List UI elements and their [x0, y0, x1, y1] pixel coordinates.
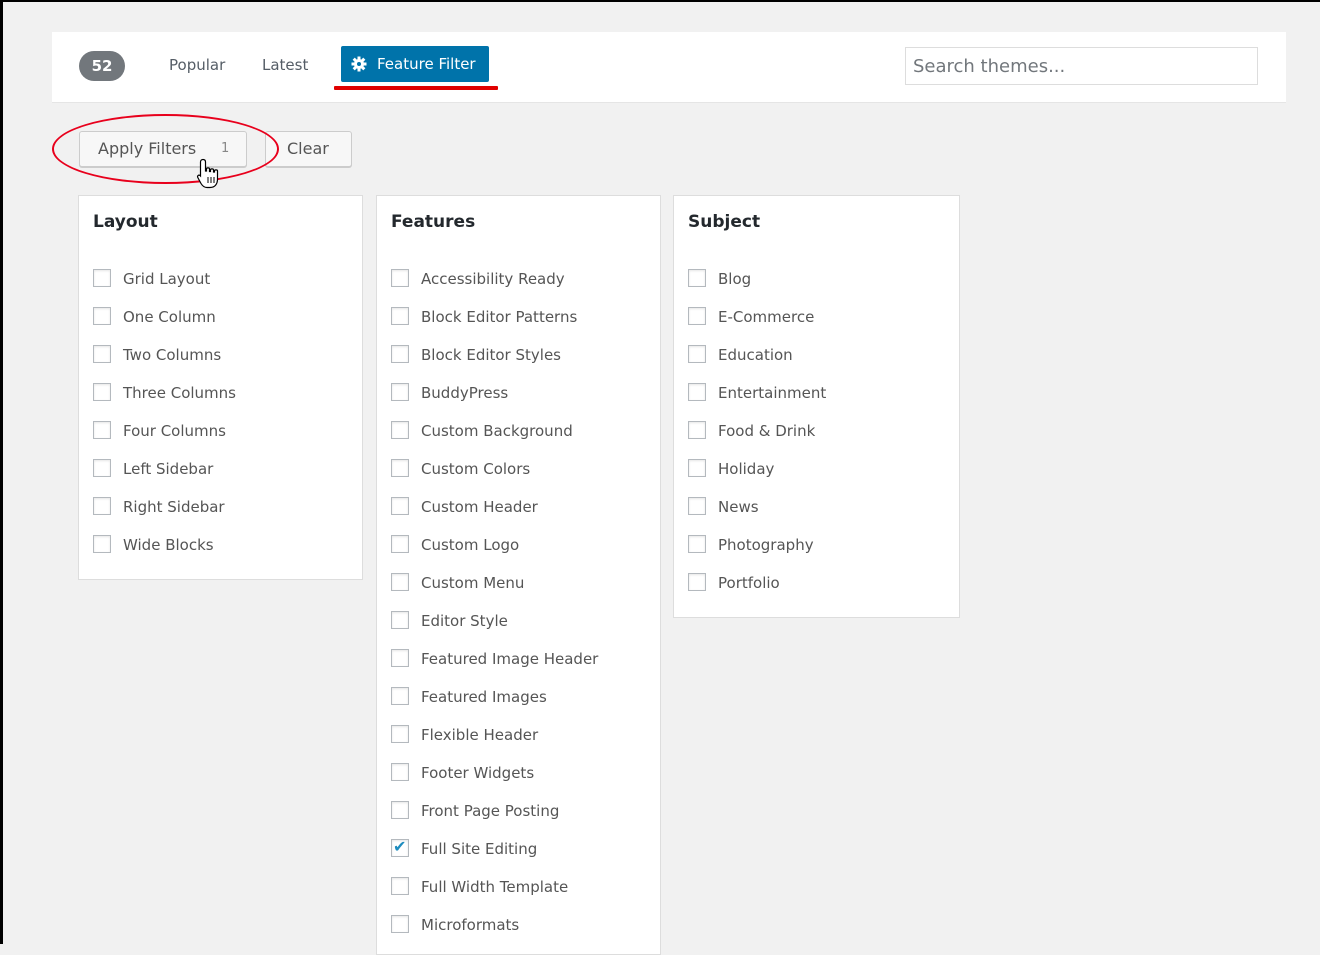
filter-option-label[interactable]: Three Columns — [123, 384, 236, 402]
filter-option-label[interactable]: Full Site Editing — [421, 840, 537, 858]
filter-option-label[interactable]: One Column — [123, 308, 216, 326]
tab-feature-filter[interactable]: Feature Filter — [341, 46, 489, 82]
tab-popular[interactable]: Popular — [169, 56, 225, 74]
filter-checkbox[interactable] — [391, 725, 409, 743]
filter-option-label[interactable]: Custom Logo — [421, 536, 519, 554]
filter-option-label[interactable]: Right Sidebar — [123, 498, 225, 516]
filter-option-label[interactable]: Entertainment — [718, 384, 826, 402]
filter-option-label[interactable]: Block Editor Patterns — [421, 308, 577, 326]
filter-option-label[interactable]: Block Editor Styles — [421, 346, 561, 364]
filter-option-label[interactable]: Custom Colors — [421, 460, 530, 478]
filter-option-label[interactable]: Featured Images — [421, 688, 547, 706]
filter-checkbox[interactable] — [688, 345, 706, 363]
filter-checkbox[interactable] — [391, 535, 409, 553]
filter-option-label[interactable]: Two Columns — [123, 346, 221, 364]
filter-option-label[interactable]: Editor Style — [421, 612, 508, 630]
filter-checkbox[interactable] — [93, 535, 111, 553]
filter-option-label[interactable]: Flexible Header — [421, 726, 538, 744]
filter-checkbox[interactable] — [391, 801, 409, 819]
filter-group-title: Features — [391, 212, 476, 232]
filter-checkbox[interactable] — [688, 573, 706, 591]
filter-checkbox[interactable] — [688, 535, 706, 553]
filter-checkbox[interactable] — [688, 459, 706, 477]
filter-checkbox[interactable] — [391, 687, 409, 705]
filter-group-title: Subject — [688, 212, 761, 232]
filter-option-label[interactable]: Wide Blocks — [123, 536, 214, 554]
filter-option-label[interactable]: Portfolio — [718, 574, 780, 592]
filter-checkbox[interactable] — [93, 345, 111, 363]
filter-checkbox[interactable] — [93, 269, 111, 287]
theme-filter-bar: 52 Popular Latest Feature Filter — [52, 32, 1286, 103]
filter-checkbox[interactable] — [391, 345, 409, 363]
filter-checkbox[interactable] — [391, 269, 409, 287]
filter-checkbox[interactable] — [391, 877, 409, 895]
filter-option-label[interactable]: Front Page Posting — [421, 802, 559, 820]
filter-option-label[interactable]: BuddyPress — [421, 384, 508, 402]
filter-checkbox[interactable] — [391, 611, 409, 629]
window-frame-left — [0, 0, 3, 944]
checkmark-icon: ✔ — [393, 837, 407, 856]
filter-checkbox[interactable] — [688, 421, 706, 439]
filter-checkbox[interactable] — [391, 383, 409, 401]
filter-checkbox[interactable] — [688, 269, 706, 287]
filter-checkbox[interactable] — [93, 383, 111, 401]
filter-group-layout: Layout Grid Layout One Column Two Columns T… — [78, 195, 363, 580]
filter-checkbox[interactable] — [391, 421, 409, 439]
clear-filters-button[interactable]: Clear — [265, 131, 352, 167]
filter-option-label[interactable]: Photography — [718, 536, 814, 554]
filter-option-label[interactable]: Accessibility Ready — [421, 270, 565, 288]
filter-checkbox[interactable] — [93, 497, 111, 515]
hand-pointer-icon — [196, 158, 222, 190]
filter-checkbox[interactable] — [688, 497, 706, 515]
filter-option-label[interactable]: Custom Header — [421, 498, 538, 516]
filter-checkbox[interactable] — [391, 763, 409, 781]
filter-group-title: Layout — [93, 212, 158, 232]
filter-checkbox[interactable] — [391, 459, 409, 477]
filter-checkbox[interactable] — [391, 915, 409, 933]
filter-checkbox[interactable] — [93, 459, 111, 477]
filter-option-label[interactable]: News — [718, 498, 759, 516]
filter-option-label[interactable]: Custom Menu — [421, 574, 524, 592]
tab-latest[interactable]: Latest — [262, 56, 308, 74]
filter-count: 1 — [221, 141, 230, 156]
filter-checkbox[interactable] — [93, 421, 111, 439]
filter-checkbox[interactable] — [93, 307, 111, 325]
apply-filters-label: Apply Filters — [98, 139, 197, 158]
window-frame-top — [0, 0, 1320, 2]
filter-checkbox[interactable] — [391, 497, 409, 515]
gear-icon — [351, 56, 367, 72]
filter-option-label[interactable]: Full Width Template — [421, 878, 568, 896]
filter-option-label[interactable]: Microformats — [421, 916, 519, 934]
filter-option-label[interactable]: Left Sidebar — [123, 460, 213, 478]
filter-option-label[interactable]: Holiday — [718, 460, 774, 478]
filter-option-label[interactable]: Education — [718, 346, 793, 364]
filter-option-label[interactable]: Featured Image Header — [421, 650, 598, 668]
theme-count-badge: 52 — [79, 51, 125, 81]
filter-checkbox[interactable] — [688, 307, 706, 325]
filter-option-label[interactable]: Food & Drink — [718, 422, 815, 440]
annotation-underline — [334, 86, 498, 90]
filter-checkbox[interactable] — [391, 307, 409, 325]
filter-option-label[interactable]: Grid Layout — [123, 270, 210, 288]
filter-checkbox[interactable] — [391, 649, 409, 667]
filter-group-subject: Subject Blog E-Commerce Education Entertain… — [673, 195, 960, 618]
filter-option-label[interactable]: E-Commerce — [718, 308, 814, 326]
filter-option-label[interactable]: Footer Widgets — [421, 764, 534, 782]
filter-checkbox[interactable] — [688, 383, 706, 401]
filter-group-features: Features Accessibility Ready Block Editor… — [376, 195, 661, 955]
filter-checkbox[interactable]: ✔ — [391, 837, 409, 857]
tab-feature-filter-label: Feature Filter — [377, 55, 476, 73]
filter-option-label[interactable]: Blog — [718, 270, 751, 288]
filter-checkbox[interactable] — [391, 573, 409, 591]
search-themes-input[interactable] — [905, 47, 1258, 85]
filter-option-label[interactable]: Custom Background — [421, 422, 573, 440]
filter-option-label[interactable]: Four Columns — [123, 422, 226, 440]
